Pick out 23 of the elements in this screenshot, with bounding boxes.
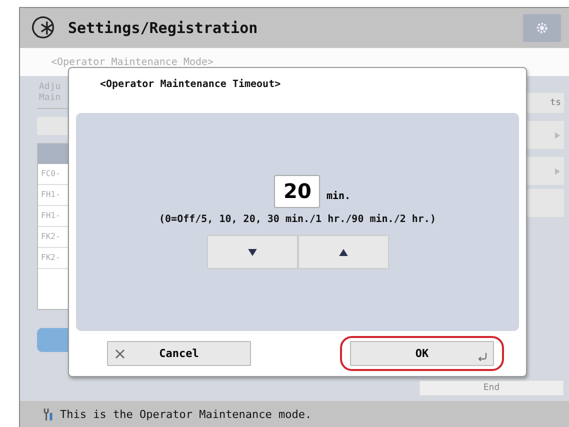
cancel-button[interactable]: Cancel (107, 341, 251, 366)
right-button[interactable]: ts (524, 93, 564, 113)
down-triangle-icon (248, 248, 256, 256)
close-icon (115, 349, 125, 359)
arrow-button[interactable] (524, 121, 564, 149)
ok-button[interactable]: OK (350, 341, 494, 366)
up-triangle-icon (338, 248, 348, 256)
right-button[interactable] (524, 189, 564, 217)
caret-icon (555, 168, 560, 174)
settings-icon (535, 21, 549, 35)
window-title: Settings/Registration (68, 19, 259, 37)
enter-icon (478, 353, 488, 361)
settings-button[interactable] (523, 14, 561, 42)
caret-icon (555, 132, 560, 138)
status-message: This is the Operator Maintenance mode. (60, 408, 312, 420)
end-button[interactable]: End (419, 380, 564, 396)
range-hint: (0=Off/5, 10, 20, 30 min./1 hr./90 min./2 hr.) (159, 214, 436, 225)
arrow-button[interactable] (524, 157, 564, 185)
unit-label: min. (326, 191, 351, 204)
breadcrumb: <Operator Maintenance Mode> (51, 56, 214, 68)
wrench-icon (42, 406, 54, 422)
dialog-title: <Operator Maintenance Timeout> (99, 78, 282, 92)
value-field[interactable]: 20 (274, 175, 320, 208)
